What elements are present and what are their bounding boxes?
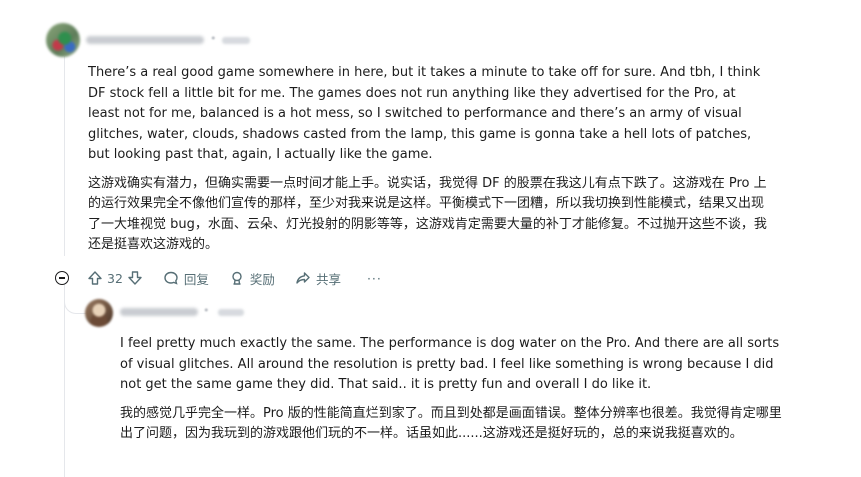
downvote-icon <box>128 271 142 285</box>
meta-separator: • <box>203 304 210 317</box>
reply-username-redacted[interactable] <box>120 308 198 316</box>
reply-body: I feel pretty much exactly the same. The… <box>120 334 792 445</box>
comment-text-en: There’s a real good game somewhere in he… <box>88 65 761 162</box>
reply-text-en: I feel pretty much exactly the same. The… <box>120 336 780 392</box>
collapse-icon <box>55 271 69 285</box>
reply-thread-connector <box>64 297 87 314</box>
reply-icon <box>164 271 178 285</box>
avatar[interactable] <box>46 23 80 57</box>
meta-separator: • <box>210 32 217 45</box>
share-icon <box>296 272 310 284</box>
more-icon: ··· <box>366 270 382 286</box>
vote-score: 32 <box>107 270 123 286</box>
award-button[interactable]: 奖励 <box>229 269 275 288</box>
timestamp-redacted <box>222 37 250 44</box>
award-icon <box>232 271 242 285</box>
upvote-button[interactable] <box>87 270 103 286</box>
comment-body: There’s a real good game somewhere in he… <box>88 63 770 256</box>
share-label: 共享 <box>315 271 341 287</box>
collapse-button[interactable] <box>55 271 69 285</box>
downvote-button[interactable] <box>127 270 143 286</box>
comment-action-bar: 32 回复 奖励 共享 ··· <box>55 268 382 288</box>
upvote-icon <box>88 271 102 285</box>
reply-button[interactable]: 回复 <box>163 269 209 288</box>
thread-line[interactable] <box>64 283 65 477</box>
award-label: 奖励 <box>249 271 275 287</box>
username-redacted[interactable] <box>86 36 204 44</box>
share-button[interactable]: 共享 <box>295 269 341 288</box>
more-options-button[interactable]: ··· <box>367 271 382 286</box>
thread-line[interactable] <box>64 56 65 256</box>
reply-text-zh: 我的感觉几乎完全一样。Pro 版的性能简直烂到家了。而且到处都是画面错误。整体分… <box>120 405 782 442</box>
reply-avatar[interactable] <box>85 299 113 327</box>
reply-timestamp-redacted <box>218 309 244 316</box>
reply-label: 回复 <box>183 271 209 287</box>
comment-text-zh: 这游戏确实有潜力，但确实需要一点时间才能上手。说实话，我觉得 DF 的股票在我这… <box>88 175 767 253</box>
